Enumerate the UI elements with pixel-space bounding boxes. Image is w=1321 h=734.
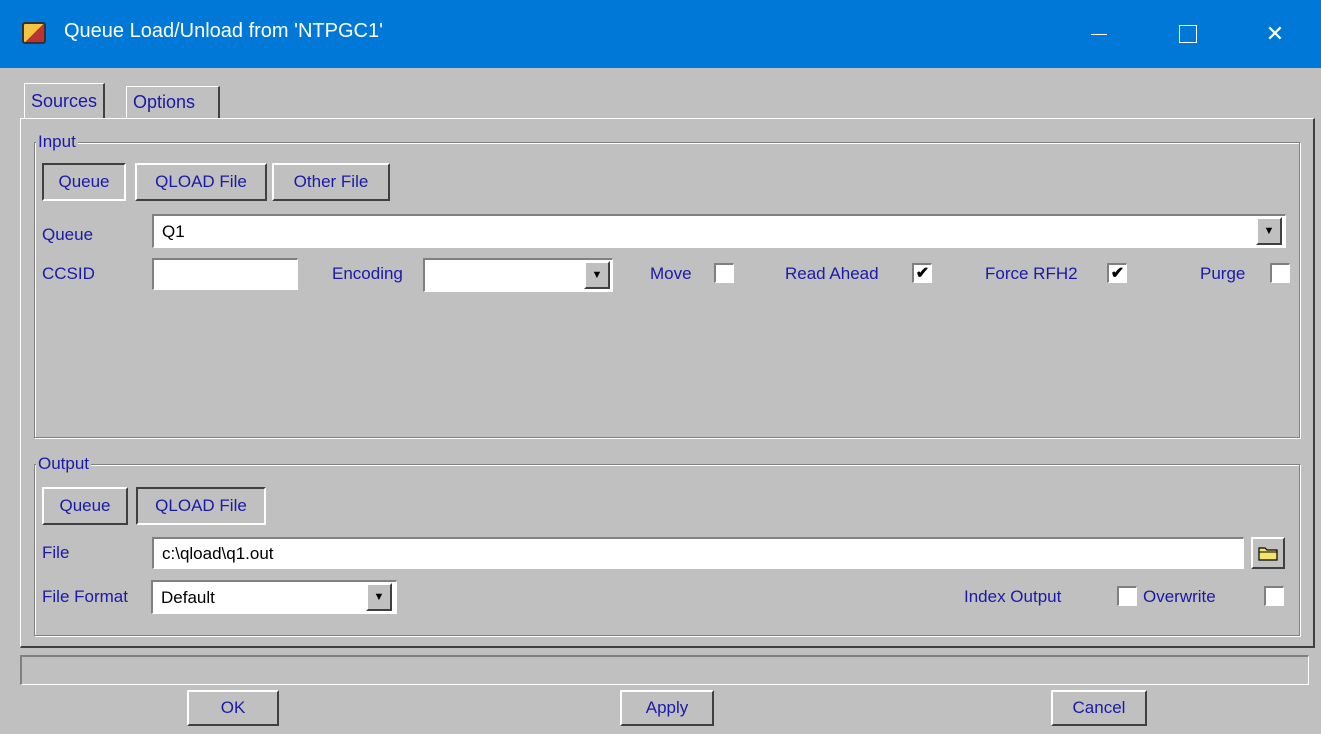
overwrite-checkbox[interactable] — [1264, 586, 1284, 606]
ccsid-label: CCSID — [42, 264, 95, 283]
move-checkbox[interactable] — [714, 263, 734, 283]
file-format-label: File Format — [42, 587, 128, 606]
tab-options[interactable]: Options — [126, 86, 220, 118]
index-output-checkbox[interactable] — [1117, 586, 1137, 606]
status-bar — [20, 655, 1309, 685]
index-output-label: Index Output — [964, 587, 1062, 606]
browse-folder-button[interactable] — [1251, 537, 1285, 569]
queue-label: Queue — [42, 225, 94, 244]
overwrite-label: Overwrite — [1143, 587, 1216, 606]
queue-select[interactable]: Q1 — [152, 214, 1286, 248]
minimize-icon — [1091, 33, 1107, 35]
output-legend: Output — [36, 454, 92, 474]
close-icon: ✕ — [1265, 21, 1285, 46]
input-source-queue-button[interactable]: Queue — [42, 163, 126, 201]
cancel-button[interactable]: Cancel — [1051, 690, 1147, 726]
encoding-dropdown-button[interactable]: ▼ — [584, 261, 610, 289]
app-icon — [22, 22, 46, 44]
move-label: Move — [650, 264, 692, 283]
force-rfh2-label: Force RFH2 — [985, 264, 1078, 283]
output-target-qload-file-button[interactable]: QLOAD File — [136, 487, 266, 525]
queue-dropdown-button[interactable]: ▼ — [1256, 217, 1282, 245]
file-label: File — [42, 543, 70, 562]
ok-button[interactable]: OK — [187, 690, 279, 726]
purge-label: Purge — [1200, 264, 1246, 283]
tab-sources[interactable]: Sources — [24, 83, 106, 118]
close-button[interactable]: ✕ — [1228, 0, 1321, 68]
maximize-button[interactable] — [1141, 0, 1235, 68]
chevron-down-icon: ▼ — [373, 591, 385, 603]
chevron-down-icon: ▼ — [1263, 225, 1275, 237]
file-path-input[interactable]: c:\qload\q1.out — [152, 537, 1244, 569]
input-source-qload-file-button[interactable]: QLOAD File — [135, 163, 267, 201]
input-legend: Input — [36, 132, 78, 152]
input-source-other-file-button[interactable]: Other File — [272, 163, 390, 201]
force-rfh2-checkbox[interactable]: ✔ — [1107, 263, 1127, 283]
encoding-label: Encoding — [332, 264, 403, 283]
file-format-select[interactable]: Default — [151, 580, 397, 614]
file-format-value: Default — [161, 587, 215, 607]
apply-button[interactable]: Apply — [620, 690, 714, 726]
output-target-queue-button[interactable]: Queue — [42, 487, 128, 525]
ccsid-input[interactable] — [152, 258, 298, 290]
window-title: Queue Load/Unload from 'NTPGC1' — [64, 20, 383, 42]
chevron-down-icon: ▼ — [591, 269, 603, 281]
read-ahead-label: Read Ahead — [785, 264, 879, 283]
read-ahead-checkbox[interactable]: ✔ — [912, 263, 932, 283]
queue-value: Q1 — [162, 221, 185, 241]
title-bar[interactable]: Queue Load/Unload from 'NTPGC1' ✕ — [0, 0, 1321, 68]
maximize-icon — [1179, 25, 1197, 43]
folder-icon — [1258, 547, 1278, 561]
file-format-dropdown-button[interactable]: ▼ — [366, 583, 392, 611]
purge-checkbox[interactable] — [1270, 263, 1290, 283]
minimize-button[interactable] — [1052, 0, 1146, 68]
